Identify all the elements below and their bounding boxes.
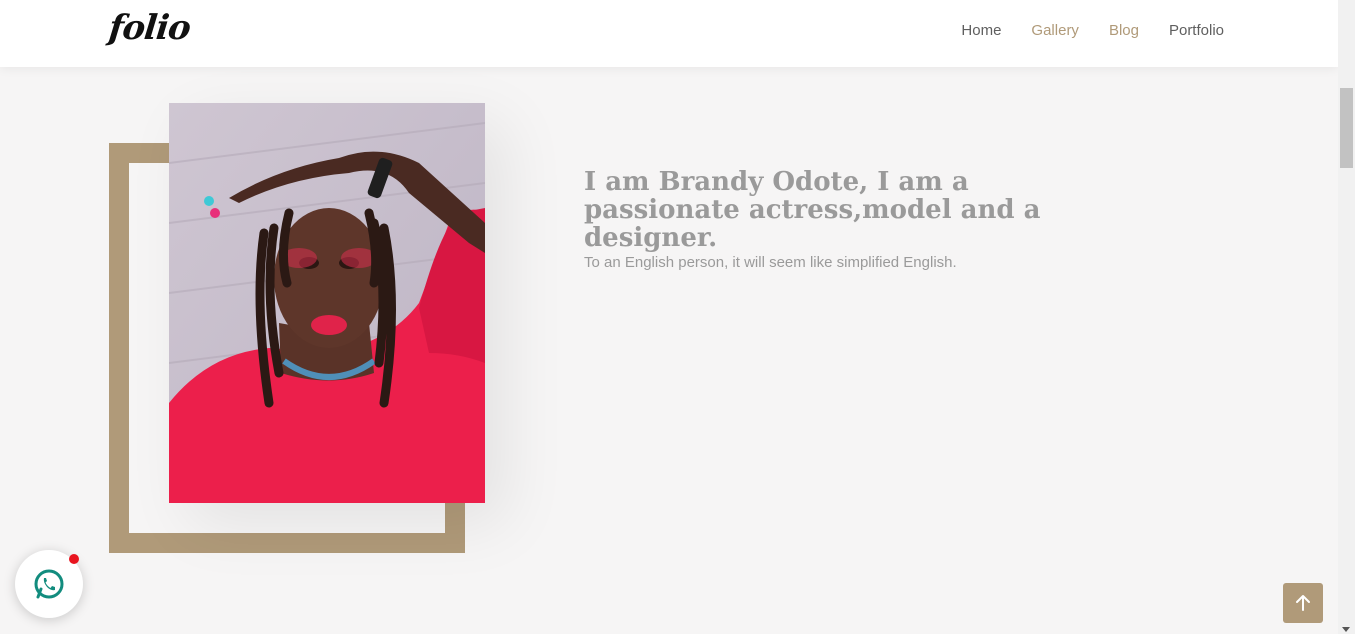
profile-photo — [169, 103, 485, 503]
hero-subtext: To an English person, it will seem like … — [584, 254, 957, 271]
nav-gallery[interactable]: Gallery — [1031, 22, 1079, 39]
hero-headline: I am Brandy Odote, I am a passionate act… — [584, 167, 1041, 253]
scroll-down-arrow-icon[interactable] — [1342, 627, 1350, 632]
page-scrollbar[interactable] — [1338, 0, 1355, 634]
nav-blog[interactable]: Blog — [1109, 22, 1139, 39]
notification-dot — [69, 554, 79, 564]
navbar: folio Home Gallery Blog Portfolio — [0, 0, 1338, 67]
site-logo[interactable]: folio — [107, 8, 192, 48]
main-nav: Home Gallery Blog Portfolio — [961, 22, 1224, 39]
whatsapp-chat-button[interactable] — [15, 550, 83, 618]
scrollbar-thumb[interactable] — [1340, 88, 1353, 168]
nav-portfolio[interactable]: Portfolio — [1169, 22, 1224, 39]
nav-home[interactable]: Home — [961, 22, 1001, 39]
scroll-to-top-button[interactable] — [1283, 583, 1323, 623]
